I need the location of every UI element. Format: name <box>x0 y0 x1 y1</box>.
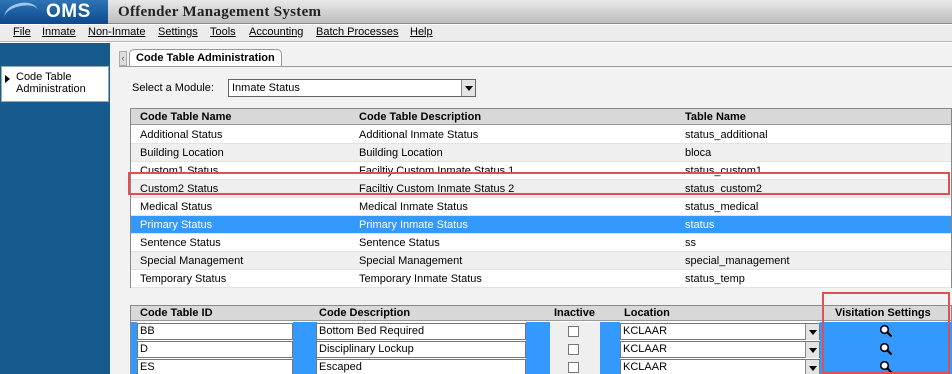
module-select[interactable]: Inmate Status <box>228 79 476 97</box>
app-title: Offender Management System <box>118 4 322 20</box>
cell-code-table-description: Temporary Inmate Status <box>359 273 482 285</box>
menu-batch-processes[interactable]: Batch Processes <box>316 26 399 38</box>
sidebar-item-code-table-administration[interactable]: Code Table Administration <box>1 66 109 102</box>
cell-table-name: ss <box>685 237 696 249</box>
row-spacer <box>600 322 620 340</box>
cell-code-table-name: Special Management <box>140 255 244 267</box>
menu-bar: File Inmate Non-Inmate Settings Tools Ac… <box>0 25 952 42</box>
row-spacer <box>526 358 550 374</box>
menu-settings[interactable]: Settings <box>158 26 198 38</box>
table-row[interactable]: Building Location Building Location bloca <box>131 144 951 162</box>
oms-logo: OMS <box>0 0 108 25</box>
cell-table-name: bloca <box>685 147 712 159</box>
code-id-input[interactable]: D <box>137 341 293 358</box>
code-id-input[interactable]: BB <box>137 323 293 340</box>
cell-code-table-name: Sentence Status <box>140 237 221 249</box>
chevron-down-icon[interactable] <box>805 342 819 358</box>
tab-divider <box>119 66 952 67</box>
column-header-code-description[interactable]: Code Description <box>319 307 410 319</box>
chevron-down-icon[interactable] <box>805 324 819 340</box>
sidebar: Code Table Administration <box>0 43 110 374</box>
cell-code-table-description: Sentence Status <box>359 237 440 249</box>
module-label: Select a Module: <box>132 82 214 94</box>
logo-swoosh-icon <box>2 0 40 25</box>
sidebar-item-label: Code Table Administration <box>16 71 86 95</box>
inactive-checkbox[interactable] <box>568 326 579 337</box>
location-select[interactable]: KCLAAR <box>620 341 820 358</box>
row-spacer <box>526 340 550 358</box>
menu-inmate[interactable]: Inmate <box>42 26 76 38</box>
cell-code-table-name: Primary Status <box>140 219 213 231</box>
location-select[interactable]: KCLAAR <box>620 359 820 374</box>
column-header-code-table-id[interactable]: Code Table ID <box>140 307 213 319</box>
table-row[interactable]: Sentence Status Sentence Status ss <box>131 234 951 252</box>
tab-code-table-administration[interactable]: Code Table Administration <box>129 49 282 67</box>
code-description-input[interactable]: Escaped <box>316 359 526 374</box>
column-header-location[interactable]: Location <box>624 307 670 319</box>
table-row[interactable]: Temporary Status Temporary Inmate Status s… <box>131 270 951 288</box>
visitation-settings-highlight <box>822 292 950 374</box>
location-select[interactable]: KCLAAR <box>620 323 820 340</box>
code-description-input[interactable]: Disciplinary Lockup <box>316 341 526 358</box>
inactive-checkbox[interactable] <box>568 344 579 355</box>
row-spacer <box>526 322 550 340</box>
menu-non-inmate[interactable]: Non-Inmate <box>88 26 145 38</box>
cell-code-table-name: Medical Status <box>140 201 213 213</box>
cell-table-name: status <box>685 219 715 231</box>
table-row[interactable]: Additional Status Additional Inmate Statu… <box>131 126 951 144</box>
row-spacer <box>293 340 317 358</box>
column-header-inactive[interactable]: Inactive <box>554 307 595 319</box>
column-header-table-name[interactable]: Table Name <box>685 111 746 123</box>
table-row[interactable]: Primary Status Primary Inmate Status statu… <box>131 216 951 234</box>
menu-file[interactable]: File <box>13 26 31 38</box>
row-spacer <box>293 322 317 340</box>
column-header-code-table-description[interactable]: Code Table Description <box>359 111 481 123</box>
cell-table-name: status_temp <box>685 273 745 285</box>
cell-code-table-description: Building Location <box>359 147 443 159</box>
table-header: Code Table Name Code Table Description T… <box>131 109 951 125</box>
cell-code-table-name: Building Location <box>140 147 224 159</box>
row-spacer <box>600 358 620 374</box>
code-table-list: Code Table Name Code Table Description T… <box>130 108 952 288</box>
cell-code-table-description: Additional Inmate Status <box>359 129 479 141</box>
row-spacer <box>293 358 317 374</box>
cell-code-table-description: Primary Inmate Status <box>359 219 468 231</box>
triangle-right-icon <box>5 75 10 83</box>
cell-code-table-description: Medical Inmate Status <box>359 201 468 213</box>
tab-scroll-left-icon[interactable]: ‹ <box>119 51 127 66</box>
code-description-input[interactable]: Bottom Bed Required <box>316 323 526 340</box>
menu-help[interactable]: Help <box>410 26 433 38</box>
logo-text: OMS <box>46 1 91 22</box>
table-row[interactable]: Special Management Special Management spec… <box>131 252 951 270</box>
menu-tools[interactable]: Tools <box>210 26 236 38</box>
menu-accounting[interactable]: Accounting <box>249 26 303 38</box>
cell-code-table-description: Special Management <box>359 255 463 267</box>
inactive-checkbox[interactable] <box>568 362 579 373</box>
cell-table-name: status_additional <box>685 129 768 141</box>
chevron-down-icon[interactable] <box>805 360 819 374</box>
cell-code-table-name: Temporary Status <box>140 273 227 285</box>
table-row[interactable]: Medical Status Medical Inmate Status statu… <box>131 198 951 216</box>
code-id-input[interactable]: ES <box>137 359 293 374</box>
selected-row-highlight <box>128 172 950 195</box>
cell-table-name: special_management <box>685 255 790 267</box>
column-header-code-table-name[interactable]: Code Table Name <box>140 111 232 123</box>
cell-table-name: status_medical <box>685 201 759 213</box>
title-bar: OMS Offender Management System <box>0 0 952 25</box>
cell-code-table-name: Additional Status <box>140 129 223 141</box>
row-spacer <box>600 340 620 358</box>
module-select-value: Inmate Status <box>232 82 300 94</box>
chevron-down-icon[interactable] <box>461 80 475 96</box>
